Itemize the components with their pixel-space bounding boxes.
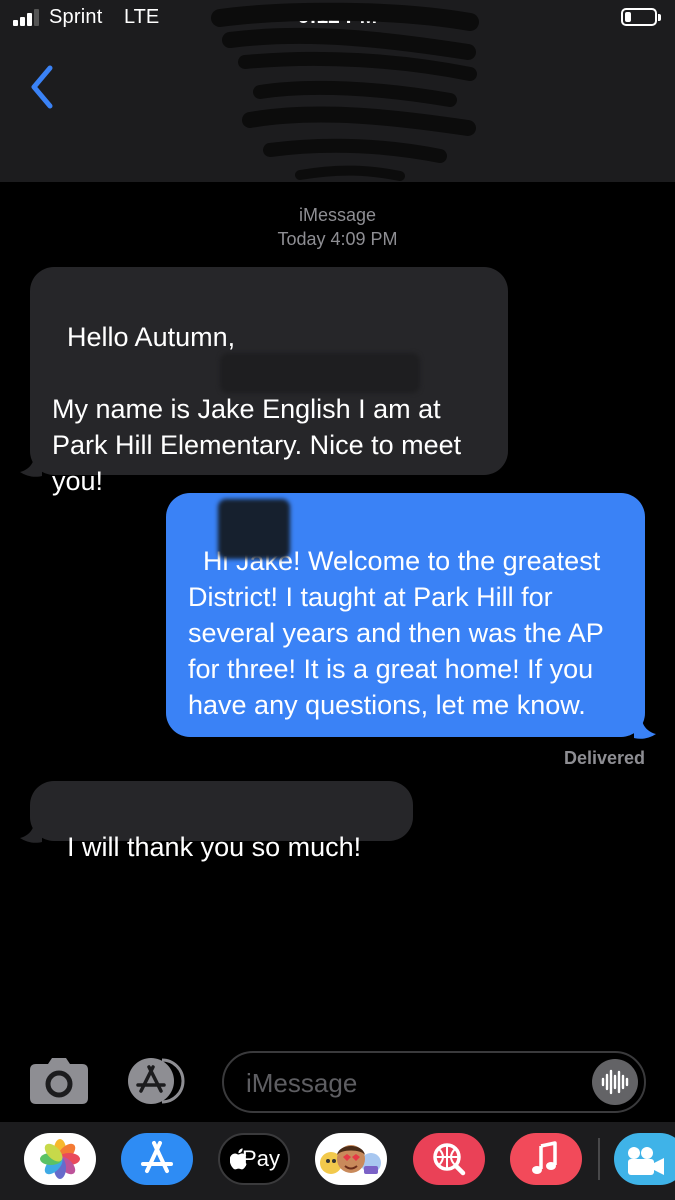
app-store-icon bbox=[141, 1141, 173, 1173]
delivery-status: Delivered bbox=[563, 748, 645, 768]
app-store-app-button[interactable] bbox=[121, 1133, 193, 1185]
contact-avatar[interactable] bbox=[200, 0, 500, 182]
memoji-icon bbox=[320, 1145, 381, 1174]
bubble-tail bbox=[20, 822, 42, 843]
redaction-mark bbox=[220, 353, 420, 393]
app-store-drawer-button[interactable] bbox=[124, 1056, 190, 1106]
imessage-app-drawer: Pay bbox=[0, 1122, 675, 1200]
web-search-icon bbox=[433, 1143, 466, 1176]
battery-icon bbox=[621, 8, 661, 26]
apple-pay-label: Pay bbox=[242, 1146, 280, 1171]
clips-app-button[interactable] bbox=[614, 1133, 675, 1185]
music-app-button[interactable] bbox=[510, 1133, 582, 1185]
message-text: I will thank you so much! bbox=[67, 832, 362, 862]
message-text: Hello Autumn, My name is Jake English I … bbox=[52, 322, 462, 496]
bubble-tail bbox=[20, 456, 42, 477]
bubble-tail bbox=[634, 718, 656, 739]
music-icon bbox=[532, 1141, 557, 1174]
photos-icon bbox=[40, 1139, 80, 1179]
incoming-message[interactable]: I will thank you so much! bbox=[30, 781, 413, 862]
photos-app-button[interactable] bbox=[24, 1133, 96, 1185]
app-store-icon bbox=[128, 1058, 185, 1104]
camera-icon bbox=[30, 1058, 88, 1104]
outgoing-message[interactable]: Hi Jake! Welcome to the greatest Distric… bbox=[166, 493, 645, 737]
message-input[interactable]: iMessage bbox=[222, 1051, 646, 1113]
conversation-header: Sprint LTE 9:12 PM bbox=[0, 0, 675, 182]
incoming-message[interactable]: Hello Autumn, My name is Jake English I … bbox=[30, 267, 508, 496]
back-button[interactable] bbox=[24, 62, 64, 112]
waveform-icon bbox=[601, 1069, 629, 1095]
message-input-placeholder: iMessage bbox=[246, 1068, 358, 1098]
thread-timestamp: Today 4:09 PM bbox=[277, 229, 398, 249]
apple-pay-app-button[interactable]: Pay bbox=[218, 1133, 290, 1185]
message-composer: iMessage bbox=[0, 1040, 675, 1120]
battery-level bbox=[625, 12, 631, 22]
audio-message-button[interactable] bbox=[592, 1059, 638, 1105]
redaction-scribble bbox=[211, 2, 479, 181]
memoji-app-button[interactable] bbox=[315, 1133, 387, 1185]
redaction-mark bbox=[218, 499, 290, 559]
web-search-app-button[interactable] bbox=[413, 1133, 485, 1185]
chevron-left-icon bbox=[31, 65, 53, 109]
service-label: iMessage bbox=[298, 205, 377, 225]
camera-button[interactable] bbox=[30, 1058, 88, 1104]
drawer-divider bbox=[598, 1138, 600, 1180]
message-text: Hi Jake! Welcome to the greatest Distric… bbox=[188, 546, 611, 720]
clips-icon bbox=[628, 1147, 664, 1175]
